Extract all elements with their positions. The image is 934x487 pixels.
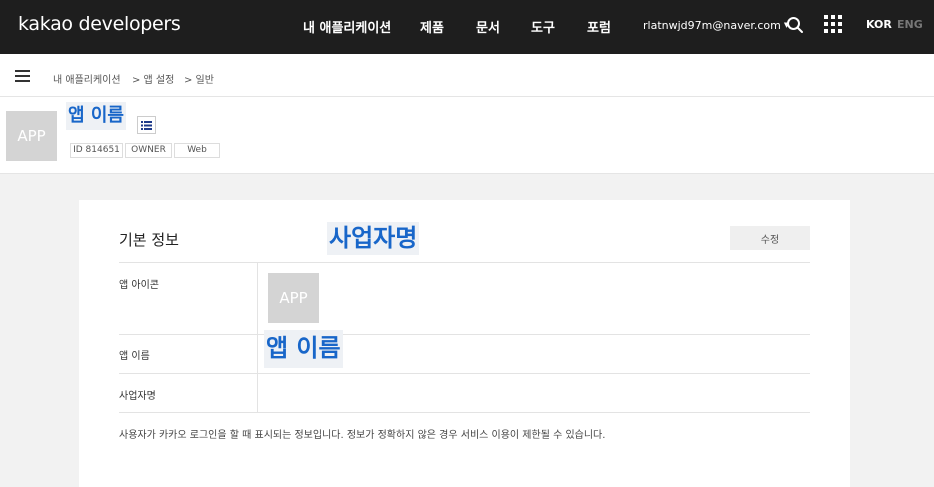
divider [119,412,810,413]
basic-info-card: 기본 정보 사업자명 수정 앱 아이콘 APP 앱 이름 앱 이름 사업자명 사… [79,200,850,487]
top-navigation-bar: kakao developers 내 애플리케이션 제품 문서 도구 포럼 rl… [0,0,934,54]
breadcrumb-my-applications[interactable]: 내 애플리케이션 [53,71,121,86]
row-label-app-icon: 앱 아이콘 [119,280,159,291]
app-id-badge: ID 814651 [70,143,123,158]
account-email: rlatnwjd97m@naver.com [643,19,781,32]
divider [257,335,258,373]
row-label-company-name: 사업자명 [119,391,156,402]
language-kor[interactable]: KOR [866,18,892,31]
account-menu[interactable]: rlatnwjd97m@naver.com ▼ [643,19,789,32]
divider [257,374,258,412]
app-list-button[interactable] [137,116,156,134]
nav-products[interactable]: 제품 [420,17,444,36]
nav-my-applications[interactable]: 내 애플리케이션 [303,17,391,36]
app-name-overlay: 앱 이름 [264,330,343,368]
list-icon [141,120,152,130]
row-label-app-name: 앱 이름 [119,351,150,362]
breadcrumb-general: > 일반 [184,75,214,86]
nav-forum[interactable]: 포럼 [587,17,611,36]
language-eng[interactable]: ENG [897,18,923,31]
app-icon-image: APP [268,273,319,323]
divider [119,373,810,374]
platform-badge: Web [174,143,220,158]
grid-apps-icon[interactable] [824,15,842,33]
edit-button[interactable]: 수정 [730,226,810,250]
nav-tools[interactable]: 도구 [531,17,555,36]
company-name-overlay: 사업자명 [327,222,420,255]
owner-badge: OWNER [125,143,172,158]
divider [119,262,810,263]
nav-docs[interactable]: 문서 [476,17,500,36]
section-title: 기본 정보 [119,231,179,249]
app-name-title: 앱 이름 [66,102,126,130]
kakao-developers-logo[interactable]: kakao developers [18,13,181,35]
app-thumbnail: APP [6,111,57,161]
divider [257,263,258,334]
search-icon[interactable] [786,16,804,34]
info-notice: 사용자가 카카오 로그인을 할 때 표시되는 정보입니다. 정보가 정확하지 않… [119,430,606,441]
breadcrumb-app-settings[interactable]: > 앱 설정 [132,71,174,86]
breadcrumb-bar: 내 애플리케이션 > 앱 설정 > 일반 [0,54,934,97]
divider [119,334,810,335]
app-header: APP 앱 이름 ID 814651 OWNER Web [0,97,934,174]
hamburger-menu-icon[interactable] [15,70,30,82]
